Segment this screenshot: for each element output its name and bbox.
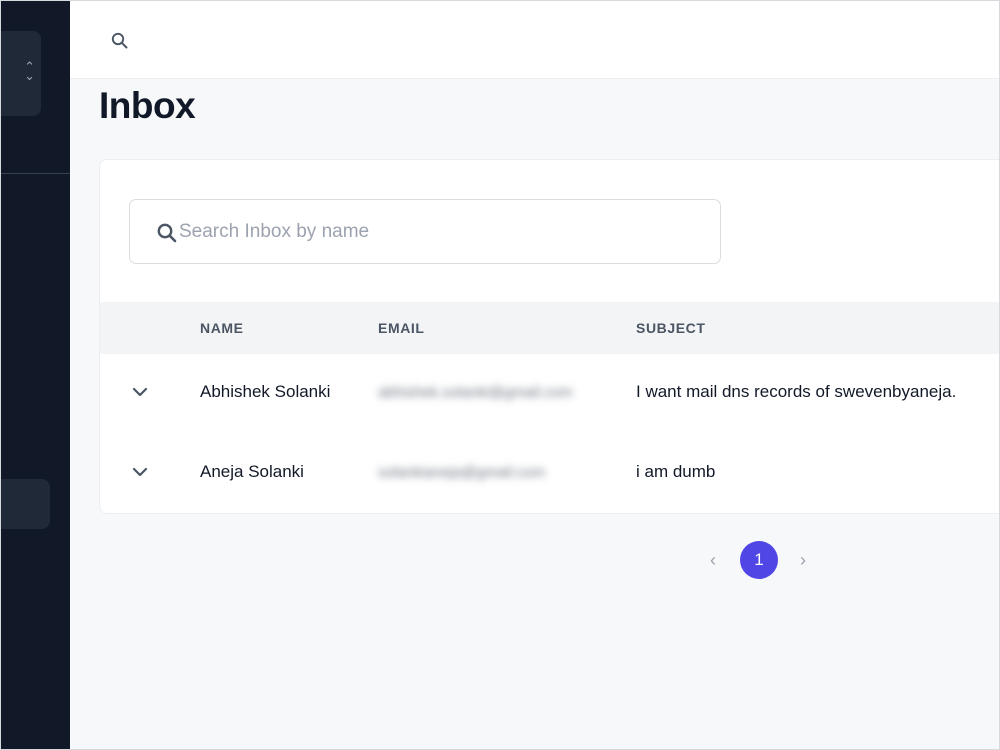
row-name: Aneja Solanki: [200, 462, 304, 481]
sidebar: ⌃ ⌄: [1, 1, 70, 749]
row-email: abhishek.solanki@gmail.com: [378, 384, 573, 401]
chevron-down-icon[interactable]: [130, 462, 150, 482]
row-subject: I want mail dns records of swevenbyaneja…: [636, 382, 957, 401]
workspace-switcher[interactable]: ⌃ ⌄: [1, 31, 41, 116]
topbar: [70, 1, 999, 79]
chevron-left-icon[interactable]: ‹: [703, 550, 723, 570]
inbox-card: NAME EMAIL SUBJECT Abhishek Solanki abhi…: [99, 159, 999, 514]
page-title: Inbox: [99, 85, 196, 126]
sidebar-item-inbox[interactable]: [1, 479, 50, 529]
search-icon[interactable]: [110, 31, 130, 51]
page-button-current[interactable]: 1: [740, 541, 778, 579]
row-subject: i am dumb: [636, 462, 716, 481]
chevron-down-icon[interactable]: [130, 382, 150, 402]
row-name: Abhishek Solanki: [200, 382, 331, 401]
table-header: NAME EMAIL SUBJECT: [100, 302, 999, 354]
chevron-right-icon[interactable]: ›: [793, 550, 813, 570]
search-input[interactable]: [179, 200, 709, 263]
row-email: solankianeja@gmail.com: [378, 464, 545, 481]
app-window: ⌃⌄ Inbox NAME EMAIL SUBJECT: [0, 0, 1000, 750]
table-row[interactable]: Abhishek Solanki abhishek.solanki@gmail.…: [100, 354, 999, 434]
search-box[interactable]: [129, 199, 721, 264]
column-header-name[interactable]: NAME: [200, 320, 244, 336]
column-header-email[interactable]: EMAIL: [378, 320, 425, 336]
table-row[interactable]: Aneja Solanki solankianeja@gmail.com i a…: [100, 434, 999, 513]
pagination: ‹ 1 ›: [701, 541, 821, 579]
search-icon: [157, 223, 177, 243]
sidebar-divider: [1, 173, 70, 174]
column-header-subject[interactable]: SUBJECT: [636, 320, 706, 336]
chevron-up-down-icon: ⌃ ⌄: [24, 59, 35, 83]
